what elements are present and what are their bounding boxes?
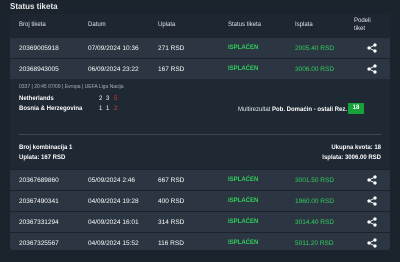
odd-badge: 18 (348, 103, 364, 114)
divider (19, 134, 381, 135)
share-icon[interactable] (367, 217, 377, 227)
status-badge: ISPLAĆEN (228, 198, 259, 204)
away-score-2h: 1 (106, 106, 110, 112)
ticket-stake: 400 RSD (158, 198, 185, 205)
ticket-payout: 1960.00 RSD (295, 198, 335, 205)
ticket-payout: 5011.20 RSD (295, 240, 334, 247)
home-score-ft: 5 (114, 96, 118, 102)
share-icon[interactable] (367, 238, 377, 248)
status-badge: ISPLAĆEN (228, 219, 259, 225)
ticket-payout: 3006.00 RSD (295, 66, 335, 73)
share-icon[interactable] (367, 43, 377, 53)
stake-summary: Uplata: 167 RSD (19, 155, 66, 161)
ticket-date: 07/09/2024 10:36 (88, 45, 139, 52)
col-share: Podeli tiket (354, 18, 371, 32)
table-row[interactable]: 20367331294 04/09/2024 16:01 314 RSD ISP… (10, 211, 390, 232)
ticket-payout: 3014.40 RSD (295, 219, 335, 226)
table-row[interactable]: 20367689860 05/09/2024 2:46 667 RSD ISPL… (10, 169, 390, 190)
ticket-number: 20367331294 (19, 219, 59, 226)
home-team: Netherlands (19, 96, 54, 102)
ticket-stake: 167 RSD (158, 66, 185, 73)
col-stake: Uplata (158, 22, 176, 28)
share-icon[interactable] (367, 196, 377, 206)
ticket-number: 20367689860 (19, 177, 59, 184)
event-meta: 0337 | 20:45 07/09 | Evropa | UEFA Liga … (19, 84, 124, 90)
ticket-number: 20367325567 (19, 240, 59, 247)
col-status: Status tiketa (228, 22, 262, 28)
combinations-count: Broj kombinacija 1 (19, 145, 73, 151)
status-badge: ISPLAĆEN (228, 66, 259, 72)
table-row[interactable]: 20368943005 06/09/2024 23:22 167 RSD ISP… (10, 58, 390, 79)
ticket-payout: 2005.40 RSD (295, 45, 335, 52)
away-score-ht: 1 (99, 106, 103, 112)
ticket-details: 0337 | 20:45 07/09 | Evropa | UEFA Liga … (10, 79, 390, 169)
ticket-number: 20369005918 (19, 45, 59, 52)
status-badge: ISPLAĆEN (228, 45, 259, 51)
ticket-number: 20367490341 (19, 198, 59, 205)
away-team: Bosnia & Herzegovina (19, 106, 83, 112)
tickets-table: Broj tiketa Datum Uplata Status tiketa I… (10, 14, 390, 250)
market-info: Multirezultat Pob. Domaćin - ostali Rez. (238, 107, 347, 113)
ticket-stake: 314 RSD (158, 219, 185, 226)
ticket-number: 20368943005 (19, 66, 59, 73)
page-title: Status tiketa (10, 2, 58, 11)
share-icon[interactable] (367, 175, 377, 185)
share-icon[interactable] (367, 64, 377, 74)
ticket-stake: 667 RSD (158, 177, 185, 184)
payout-summary: Isplata: 3006.00 RSD (322, 155, 381, 161)
ticket-date: 06/09/2024 23:22 (88, 66, 139, 73)
table-row[interactable]: 20369005918 07/09/2024 10:36 271 RSD ISP… (10, 37, 390, 58)
status-badge: ISPLAĆEN (228, 177, 259, 183)
ticket-date: 04/09/2024 15:52 (88, 240, 139, 247)
away-score-ft: 2 (114, 106, 118, 112)
table-header: Broj tiketa Datum Uplata Status tiketa I… (10, 14, 390, 37)
home-score-2h: 3 (106, 96, 110, 102)
status-badge: ISPLAĆEN (228, 240, 259, 246)
market-pick: Pob. Domaćin - ostali Rez. (272, 107, 348, 113)
col-payout: Isplata (295, 22, 313, 28)
ticket-payout: 3001.50 RSD (295, 177, 335, 184)
table-row[interactable]: 20367490341 04/09/2024 19:28 400 RSD ISP… (10, 190, 390, 211)
ticket-stake: 116 RSD (158, 240, 184, 247)
total-odd: Ukupna kvota: 18 (331, 145, 381, 151)
ticket-date: 04/09/2024 19:28 (88, 198, 139, 205)
col-ticket-no: Broj tiketa (19, 22, 46, 28)
ticket-date: 05/09/2024 2:46 (88, 177, 135, 184)
ticket-stake: 271 RSD (158, 45, 185, 52)
ticket-date: 04/09/2024 16:01 (88, 219, 139, 226)
table-row[interactable]: 20367325567 04/09/2024 15:52 116 RSD ISP… (10, 232, 390, 250)
market-label: Multirezultat (238, 107, 271, 113)
home-score-ht: 2 (99, 96, 103, 102)
col-date: Datum (88, 22, 106, 28)
